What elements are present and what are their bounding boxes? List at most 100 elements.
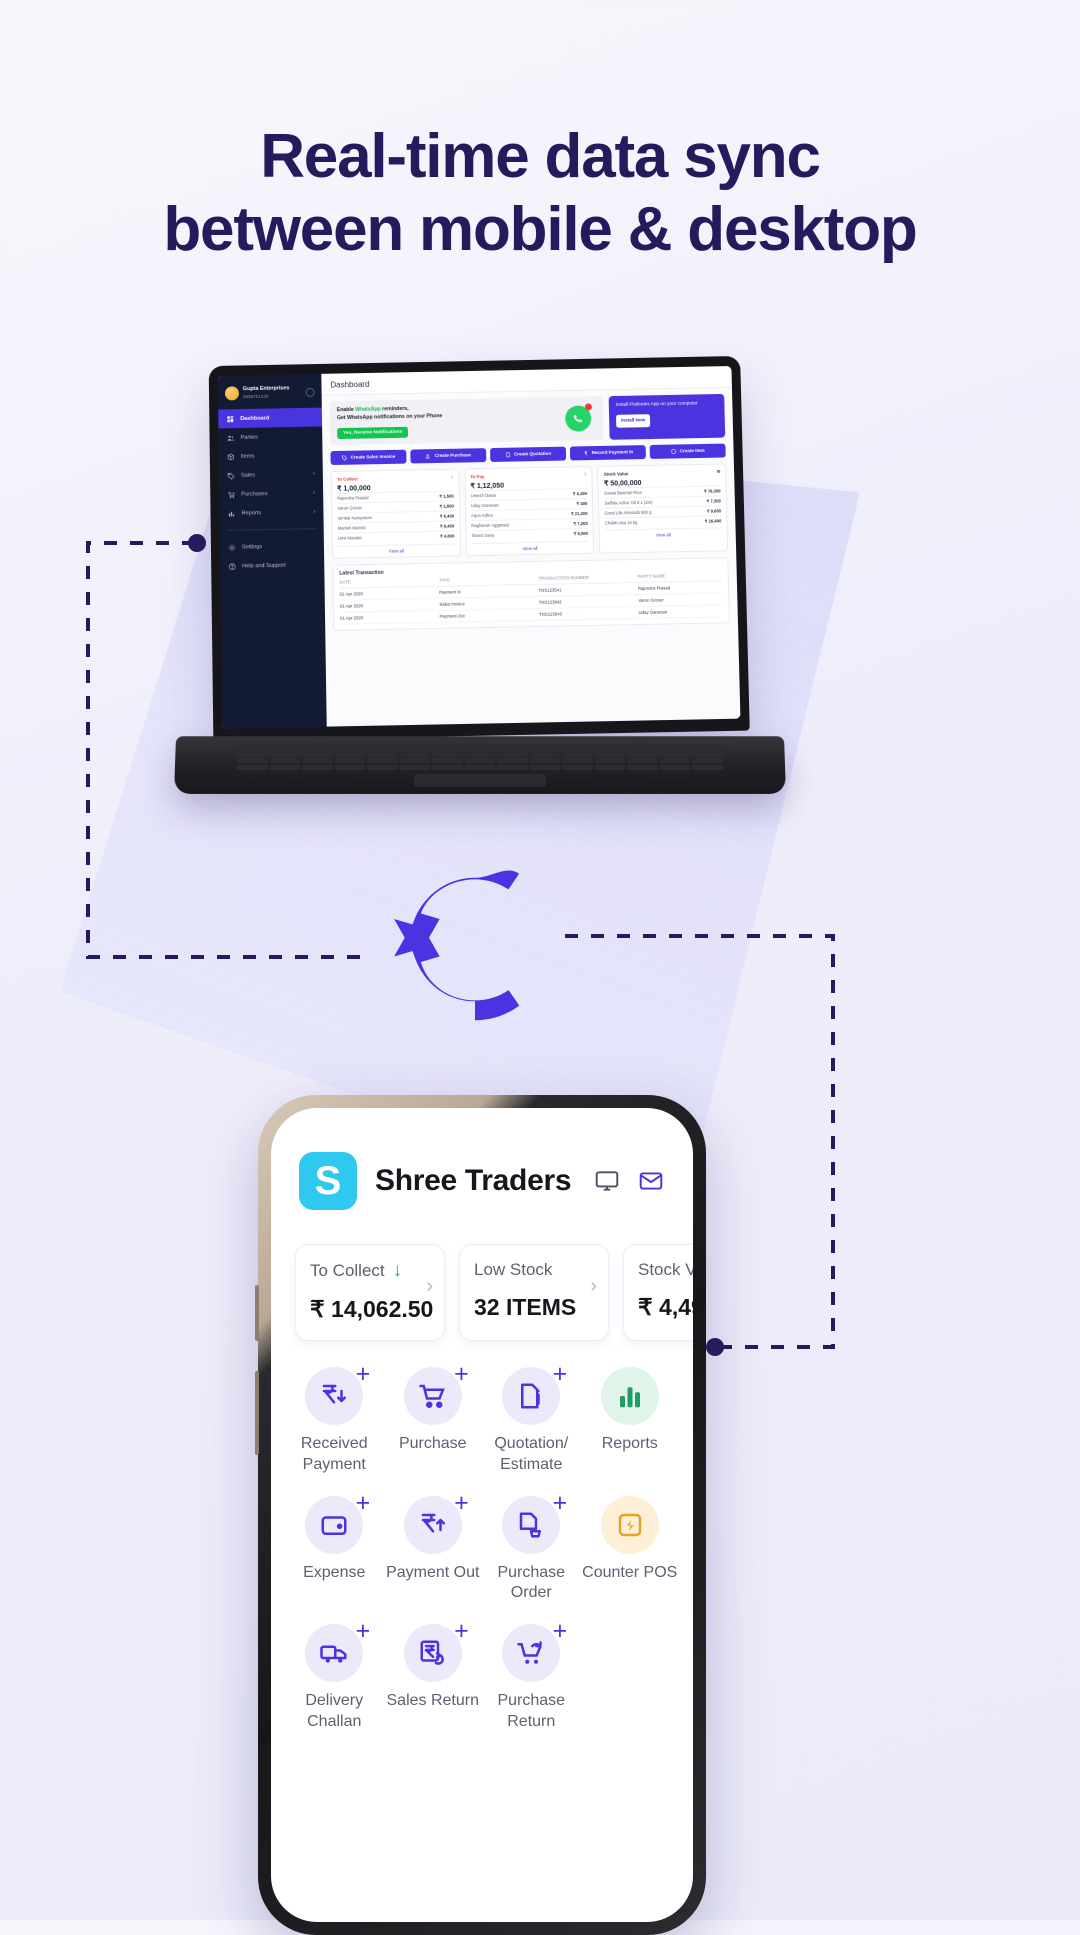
stat-card-to-collect[interactable]: To Collect ↓ ₹ 14,062.50 › xyxy=(295,1244,445,1341)
party-name: Venkat Narayanan xyxy=(337,515,372,521)
action-label: Delivery Challan xyxy=(285,1691,384,1733)
plus-badge: + xyxy=(454,1491,469,1516)
action-purchase-return[interactable]: + Purchase Return xyxy=(482,1624,581,1733)
plus-badge: + xyxy=(454,1362,469,1387)
cell-number: TNS123541 xyxy=(538,585,638,592)
stat-card-to-collect[interactable]: To Collect ↓ ₹ 1,00,000 Rajendra Prasad ₹… xyxy=(331,468,461,558)
view-all-link[interactable]: View all xyxy=(605,528,722,539)
purchase-icon xyxy=(426,453,432,459)
banner-row: Enable WhatsApp reminders, Get WhatsApp … xyxy=(330,394,726,445)
whatsapp-line1-post: reminders, xyxy=(381,406,409,412)
gear-icon[interactable] xyxy=(306,387,315,396)
action-sales-return[interactable]: + Sales Return xyxy=(384,1624,483,1733)
chevron-right-icon: › xyxy=(313,509,315,515)
column-header: TYPE xyxy=(439,575,538,582)
stat-card-stock-value[interactable]: Stock Value ≡ ₹ 50,00,000 Dawat Basmati … xyxy=(598,463,729,553)
action-counter-pos[interactable]: Counter POS xyxy=(581,1496,680,1605)
plus-badge: + xyxy=(356,1619,371,1644)
item-amount: ₹ 16,400 xyxy=(705,519,722,524)
action-label: Create Item xyxy=(680,448,705,453)
item-amount: ₹ 7,300 xyxy=(707,498,721,503)
action-label: Sales Return xyxy=(387,1691,480,1712)
create-quotation-button[interactable]: Create Quotation xyxy=(490,446,566,461)
plus-badge: + xyxy=(454,1619,469,1644)
item-row: Chakki Atta 10 kg ₹ 16,400 xyxy=(605,516,722,528)
action-label: Record Payment In xyxy=(592,449,634,455)
action-purchase[interactable]: + Purchase xyxy=(384,1367,483,1476)
invoice-icon xyxy=(342,454,348,460)
business-phone: 9658751238 xyxy=(243,393,290,400)
desktop-icon[interactable] xyxy=(593,1168,621,1194)
create-item-button[interactable]: Create Item xyxy=(650,443,726,458)
truck-icon xyxy=(319,1638,349,1668)
stat-card-stock-value[interactable]: Stock Value ₹ 4,49,702 xyxy=(623,1244,693,1341)
cell-type: Payment In xyxy=(439,587,538,594)
phone-mockup: S Shree Traders To Collect ↓ ₹ 14,062.50… xyxy=(258,1095,706,1935)
business-logo: S xyxy=(299,1152,357,1210)
stat-card-to-pay[interactable]: To Pay ↑ ₹ 1,12,050 Umesh Dawa ₹ 6,400 Ud… xyxy=(464,466,594,556)
action-label: Create Sales Invoice xyxy=(351,454,396,460)
action-expense[interactable]: + Expense xyxy=(285,1496,384,1605)
sidebar-item-settings[interactable]: Settings xyxy=(220,536,324,557)
sidebar-label: Help and Support xyxy=(242,562,286,569)
stat-card-row: To Collect ↓ ₹ 1,00,000 Rajendra Prasad ₹… xyxy=(331,463,728,558)
cell-type: Sales Invoice xyxy=(439,599,539,606)
payment-in-icon xyxy=(583,450,589,456)
chevron-right-icon: › xyxy=(313,490,315,496)
stat-label: Low Stock xyxy=(474,1260,552,1280)
sidebar-item-purchases[interactable]: Purchases › xyxy=(219,483,323,504)
sidebar-item-dashboard[interactable]: Dashboard xyxy=(218,408,322,429)
sidebar-item-help[interactable]: Help and Support xyxy=(220,555,324,576)
stat-card-low-stock[interactable]: Low Stock 32 ITEMS › xyxy=(459,1244,609,1341)
sidebar-business[interactable]: Gupta Enterprises 9658751238 xyxy=(218,381,322,410)
party-amount: ₹ 1,500 xyxy=(439,493,453,498)
create-sales-invoice-button[interactable]: Create Sales Invoice xyxy=(330,449,406,464)
record-payment-in-button[interactable]: Record Payment In xyxy=(570,445,646,460)
cell-number: TNS123942 xyxy=(539,598,639,605)
party-amount: ₹ 21,200 xyxy=(571,511,588,516)
receive-notifications-button[interactable]: Yes, Receive Notifications xyxy=(337,426,408,438)
stat-value: ₹ 14,062.50 xyxy=(310,1296,430,1323)
notification-dot xyxy=(585,403,592,410)
action-payment-out[interactable]: + Payment Out xyxy=(384,1496,483,1605)
sidebar-item-parties[interactable]: Parties xyxy=(218,426,322,447)
desktop-main: Dashboard Enable WhatsApp reminders, Get… xyxy=(321,366,740,727)
sidebar-label: Settings xyxy=(242,544,262,550)
party-amount: ₹ 1,800 xyxy=(440,503,454,508)
cell-party: Rajendra Prasad xyxy=(638,584,722,591)
cell-number: TNS123543 xyxy=(539,610,639,617)
action-purchase-order[interactable]: + Purchase Order xyxy=(482,1496,581,1605)
sidebar-item-reports[interactable]: Reports › xyxy=(219,502,323,523)
party-amount: ₹ 7,200 xyxy=(573,521,587,526)
party-name: Uday Ganesan xyxy=(471,503,499,509)
desktop-body: Enable WhatsApp reminders, Get WhatsApp … xyxy=(322,388,741,727)
arrow-down-icon: ↓ xyxy=(450,474,453,480)
item-amount: ₹ 76,300 xyxy=(704,488,721,493)
item-name: Dawat Basmati Rice xyxy=(604,490,642,496)
chart-icon xyxy=(227,509,235,517)
action-reports[interactable]: Reports xyxy=(581,1367,680,1476)
sidebar-item-sales[interactable]: Sales › xyxy=(219,464,323,485)
mail-icon[interactable] xyxy=(637,1168,665,1194)
phone-volume-button xyxy=(255,1285,259,1341)
pos-icon xyxy=(615,1510,645,1540)
purchase-order-icon xyxy=(516,1510,546,1540)
chevron-right-icon: › xyxy=(590,1275,597,1298)
item-name: Chakki Atta 10 kg xyxy=(605,520,638,526)
install-now-button[interactable]: Install Now xyxy=(616,414,650,427)
view-all-link[interactable]: View all xyxy=(472,540,589,551)
avatar xyxy=(225,386,239,400)
party-name: Raghavan Aggarwal xyxy=(471,523,509,529)
view-all-link[interactable]: View all xyxy=(338,543,455,554)
party-name: Manish Munshi xyxy=(338,525,366,531)
sidebar-item-items[interactable]: Items xyxy=(219,445,323,466)
tag-icon xyxy=(227,471,235,479)
create-purchase-button[interactable]: Create Purchase xyxy=(410,448,486,463)
install-text: Install FloBooks App on your computer xyxy=(616,400,718,409)
party-name: Umit Mandal xyxy=(338,536,362,541)
menu-icon: ≡ xyxy=(717,469,721,475)
action-delivery-challan[interactable]: + Delivery Challan xyxy=(285,1624,384,1733)
action-received-payment[interactable]: + Received Payment xyxy=(285,1367,384,1476)
arrow-up-icon: ↑ xyxy=(584,472,587,478)
action-quotation-estimate[interactable]: + Quotation/ Estimate xyxy=(482,1367,581,1476)
